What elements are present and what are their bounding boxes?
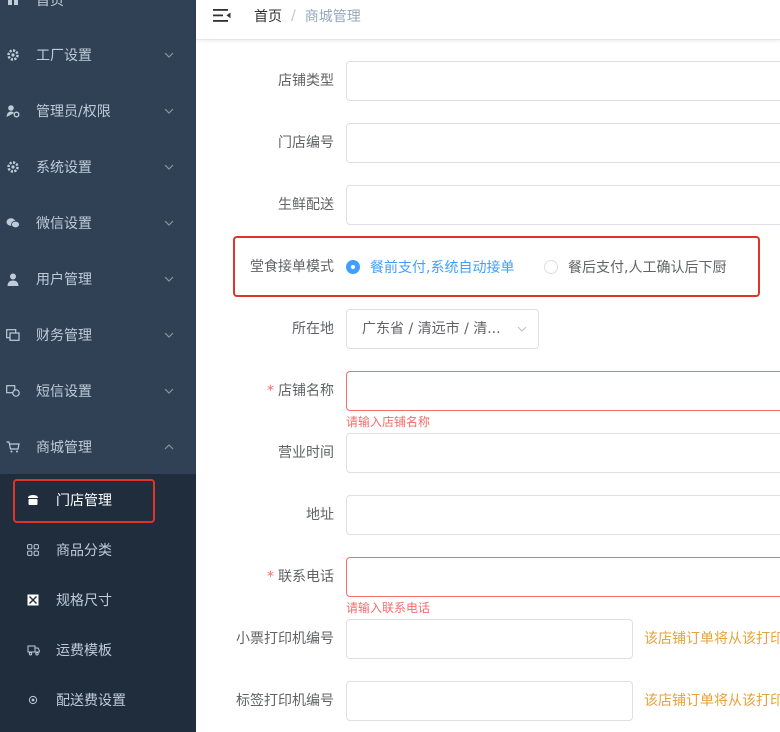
sidebar-item-admin[interactable]: 管理员/权限 — [0, 83, 196, 139]
sidebar-item-finance[interactable]: 财务管理 — [0, 307, 196, 363]
business-hours-label: 营业时间 — [278, 445, 334, 461]
finance-icon — [6, 328, 20, 342]
chevron-down-icon — [164, 106, 174, 116]
form-row-address: 地址 — [196, 495, 780, 535]
truck-icon — [26, 643, 40, 657]
size-icon — [26, 593, 40, 607]
sidebar-item-label: 财务管理 — [36, 328, 92, 344]
sidebar-item-label: 规格尺寸 — [56, 593, 112, 609]
sidebar-item-product-category[interactable]: 商品分类 — [0, 525, 196, 575]
store-name-input[interactable] — [346, 371, 780, 411]
chevron-down-icon — [164, 274, 174, 284]
breadcrumb-current: 商城管理 — [304, 9, 361, 25]
location-cascader[interactable]: 广东省 / 清远市 / 清... — [346, 309, 539, 349]
sidebar-item-label: 商品分类 — [56, 543, 112, 559]
highlight-box — [233, 236, 760, 297]
highlight-box — [13, 479, 155, 523]
sidebar-item-users[interactable]: 用户管理 — [0, 251, 196, 307]
label-printer-label: 标签打印机编号 — [236, 693, 334, 709]
label-printer-input[interactable] — [346, 681, 633, 721]
sidebar-item-specs[interactable]: 规格尺寸 — [0, 575, 196, 625]
grid-icon — [26, 543, 40, 557]
phone-label-text: 联系电话 — [278, 569, 334, 585]
chevron-down-icon — [516, 323, 528, 335]
required-mark: * — [267, 383, 274, 399]
sidebar-item-label: 系统设置 — [36, 160, 92, 176]
sidebar-item-label: 微信设置 — [36, 216, 92, 232]
sidebar-item-label: 首页 — [36, 0, 64, 9]
form-row-business-hours: 营业时间 — [196, 433, 780, 473]
phone-error: 请输入联系电话 — [346, 601, 431, 615]
receipt-printer-label: 小票打印机编号 — [236, 631, 334, 647]
receipt-printer-hint: 该店铺订单将从该打印 — [644, 631, 780, 647]
gear-icon — [6, 48, 20, 62]
breadcrumb: 首页 / 商城管理 — [254, 6, 361, 26]
sms-icon — [6, 384, 20, 398]
store-name-error: 请输入店铺名称 — [346, 415, 431, 429]
sidebar-item-label: 配送费设置 — [56, 693, 126, 709]
top-navbar: 首页 / 商城管理 — [196, 0, 780, 40]
user-key-icon — [6, 104, 20, 118]
form-row-receipt-printer: 小票打印机编号 该店铺订单将从该打印 — [196, 619, 780, 659]
breadcrumb-home[interactable]: 首页 — [254, 6, 282, 26]
sidebar-item-system[interactable]: 系统设置 — [0, 139, 196, 195]
chevron-down-icon — [164, 50, 174, 60]
sidebar-item-home[interactable]: 首页 — [0, 0, 196, 28]
store-type-label: 店铺类型 — [278, 73, 334, 89]
menu-toggle-icon[interactable] — [213, 8, 231, 24]
form-row-location: 所在地 广东省 / 清远市 / 清... — [196, 309, 780, 349]
sidebar-item-label: 短信设置 — [36, 384, 92, 400]
store-code-label: 门店编号 — [278, 135, 334, 151]
form-row-store-name: * 店铺名称 请输入店铺名称 — [196, 371, 780, 429]
location-value: 广东省 / 清远市 / 清... — [362, 321, 501, 337]
fresh-delivery-label: 生鲜配送 — [278, 197, 334, 213]
chevron-down-icon — [164, 386, 174, 396]
delivery-icon — [26, 693, 40, 707]
sidebar-item-mall[interactable]: 商城管理 — [0, 419, 196, 475]
receipt-printer-input[interactable] — [346, 619, 633, 659]
chevron-down-icon — [164, 162, 174, 172]
sidebar-item-label: 运费模板 — [56, 643, 112, 659]
sidebar: 首页 工厂设置 管理员/权限 系统设置 微信设置 用户管理 财务管理 短信设置 … — [0, 0, 196, 732]
sidebar-item-label: 用户管理 — [36, 272, 92, 288]
business-hours-input[interactable] — [346, 433, 780, 473]
sidebar-item-label: 管理员/权限 — [36, 104, 111, 120]
store-name-label: * 店铺名称 — [267, 371, 334, 411]
phone-label: * 联系电话 — [267, 557, 334, 597]
user-icon — [6, 272, 20, 286]
location-label: 所在地 — [292, 321, 334, 337]
form-row-phone: * 联系电话 请输入联系电话 — [196, 557, 780, 615]
address-input[interactable] — [346, 495, 780, 535]
label-printer-hint: 该店铺订单将从该打印 — [644, 693, 780, 709]
sidebar-item-label: 工厂设置 — [36, 48, 92, 64]
chevron-up-icon — [164, 442, 174, 452]
cart-icon — [6, 440, 20, 454]
home-icon — [6, 0, 20, 7]
phone-input[interactable] — [346, 557, 780, 597]
chevron-down-icon — [164, 218, 174, 228]
sidebar-item-delivery-fee[interactable]: 配送费设置 — [0, 675, 196, 725]
chevron-down-icon — [164, 330, 174, 340]
form-row-store-type: 店铺类型 — [196, 61, 780, 101]
sidebar-item-shipping-template[interactable]: 运费模板 — [0, 625, 196, 675]
sidebar-item-factory[interactable]: 工厂设置 — [0, 27, 196, 83]
form-row-label-printer: 标签打印机编号 该店铺订单将从该打印 — [196, 681, 780, 721]
gear-icon — [6, 160, 20, 174]
form-row-store-code: 门店编号 — [196, 123, 780, 163]
sidebar-item-label: 商城管理 — [36, 440, 92, 456]
store-code-input[interactable] — [346, 123, 780, 163]
breadcrumb-separator: / — [291, 8, 296, 24]
fresh-delivery-input[interactable] — [346, 185, 780, 225]
wechat-icon — [6, 216, 20, 230]
sidebar-item-wechat[interactable]: 微信设置 — [0, 195, 196, 251]
store-name-label-text: 店铺名称 — [278, 383, 334, 399]
required-mark: * — [267, 569, 274, 585]
sidebar-item-sms[interactable]: 短信设置 — [0, 363, 196, 419]
address-label: 地址 — [306, 507, 334, 523]
form-row-fresh-delivery: 生鲜配送 — [196, 185, 780, 225]
store-type-input[interactable] — [346, 61, 780, 101]
